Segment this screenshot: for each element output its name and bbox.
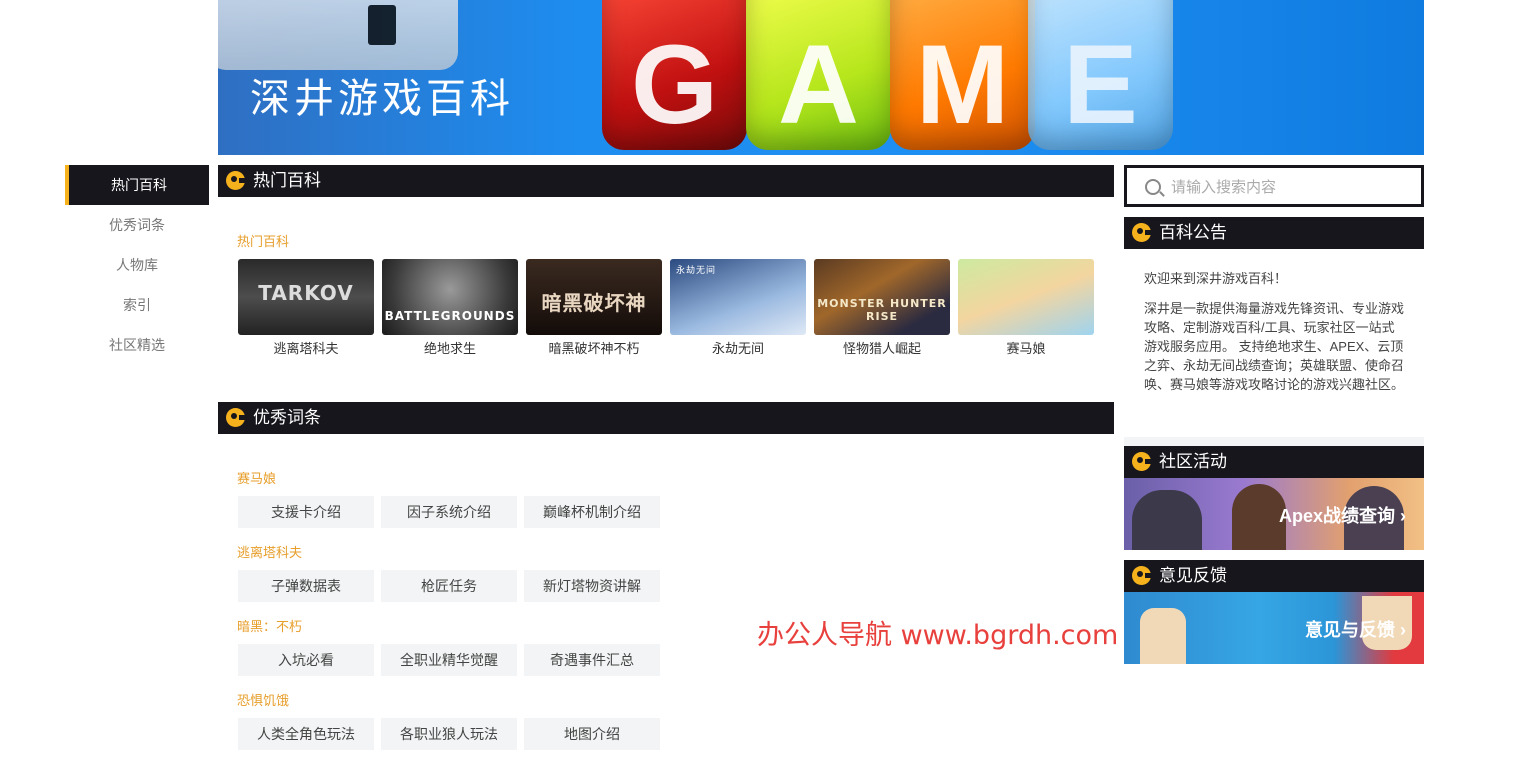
search-icon[interactable] xyxy=(1145,179,1161,195)
entry-tag[interactable]: 因子系统介绍 xyxy=(381,496,517,528)
entries-section-header: 优秀词条 xyxy=(218,402,1114,434)
entries-section-title: 优秀词条 xyxy=(253,408,321,427)
game-thumbnail: BATTLEGROUNDS xyxy=(382,259,518,335)
notice-body: 欢迎来到深井游戏百科！ 深井是一款提供海量游戏先锋资讯、专业游戏攻略、定制游戏百… xyxy=(1124,249,1424,437)
notice-header: 百科公告 xyxy=(1124,217,1424,249)
entry-tag[interactable]: 全职业精华觉醒 xyxy=(381,644,517,676)
cube-a: A xyxy=(746,0,891,150)
game-card-pubg[interactable]: BATTLEGROUNDS 绝地求生 xyxy=(382,259,518,357)
game-name: 暗黑破坏神不朽 xyxy=(548,341,640,356)
game-name: 怪物猎人崛起 xyxy=(842,341,921,356)
cube-e: E xyxy=(1028,0,1173,150)
game-card-tarkov[interactable]: TARKOV 逃离塔科夫 xyxy=(238,259,374,357)
nav-item-entries[interactable]: 优秀词条 xyxy=(65,205,209,245)
feedback-label: 意见与反馈 › xyxy=(1305,620,1406,640)
cube-g: G xyxy=(602,0,747,150)
nav-item-community[interactable]: 社区精选 xyxy=(65,325,209,365)
apex-stats-label: Apex战绩查询 › xyxy=(1278,506,1406,526)
game-card-diablo[interactable]: 暗黑破坏神 暗黑破坏神不朽 xyxy=(526,259,662,357)
character-figure xyxy=(1232,484,1286,550)
entry-tag[interactable]: 新灯塔物资讲解 xyxy=(524,570,660,602)
entry-group-title: 暗黑：不朽 xyxy=(237,619,303,634)
game-card-naraka[interactable]: 永劫无间 永劫无间 xyxy=(670,259,806,357)
game-thumbnail: TARKOV xyxy=(238,259,374,335)
notice-text: 深井是一款提供海量游戏先锋资讯、专业游戏攻略、定制游戏百科/工具、玩家社区一站式… xyxy=(1144,301,1405,392)
game-thumbnail: 暗黑破坏神 xyxy=(526,259,662,335)
search-input[interactable] xyxy=(1169,174,1413,200)
feedback-banner[interactable]: 意见与反馈 › xyxy=(1124,592,1424,664)
entry-group-title: 赛马娘 xyxy=(237,471,277,486)
game-card-monster-hunter[interactable]: MONSTER HUNTER RISE 怪物猎人崛起 xyxy=(814,259,950,357)
notice-welcome: 欢迎来到深井游戏百科！ xyxy=(1144,271,1288,286)
entry-group-title: 恐惧饥饿 xyxy=(237,693,290,708)
game-thumbnail: 永劫无间 xyxy=(670,259,806,335)
entry-tag[interactable]: 奇遇事件汇总 xyxy=(524,644,660,676)
divider xyxy=(1124,437,1424,446)
entry-tag[interactable]: 支援卡介绍 xyxy=(238,496,374,528)
entry-tag[interactable]: 各职业狼人玩法 xyxy=(381,718,517,750)
apex-stats-banner[interactable]: Apex战绩查询 › xyxy=(1124,478,1424,550)
character-figure xyxy=(1132,490,1202,550)
feedback-title: 意见反馈 xyxy=(1159,566,1227,585)
pacman-icon xyxy=(1132,566,1153,585)
dice-decoration xyxy=(218,0,458,70)
game-name: 赛马娘 xyxy=(1006,341,1046,356)
entry-group-title: 逃离塔科夫 xyxy=(237,545,303,560)
nav-item-index[interactable]: 索引 xyxy=(65,285,209,325)
game-card-umamusume[interactable]: 赛马娘 xyxy=(958,259,1094,357)
community-title: 社区活动 xyxy=(1159,452,1227,471)
banner: G A M E 深井游戏百科 xyxy=(218,0,1424,155)
pacman-icon xyxy=(1132,452,1153,471)
hot-section-header: 热门百科 xyxy=(218,165,1114,197)
search-box xyxy=(1124,165,1424,207)
entry-tag[interactable]: 巅峰杯机制介绍 xyxy=(524,496,660,528)
hot-section-title: 热门百科 xyxy=(253,171,321,190)
entry-tag[interactable]: 入坑必看 xyxy=(238,644,374,676)
entry-tag[interactable]: 子弹数据表 xyxy=(238,570,374,602)
game-name: 逃离塔科夫 xyxy=(273,341,339,356)
game-thumbnail: MONSTER HUNTER RISE xyxy=(814,259,950,335)
notice-title: 百科公告 xyxy=(1159,223,1227,242)
entry-tag[interactable]: 地图介绍 xyxy=(524,718,660,750)
nav-item-characters[interactable]: 人物库 xyxy=(65,245,209,285)
feedback-header: 意见反馈 xyxy=(1124,560,1424,592)
cube-m: M xyxy=(890,0,1035,150)
nav-item-hot[interactable]: 热门百科 xyxy=(65,165,209,205)
game-name: 绝地求生 xyxy=(423,341,476,356)
site-title: 深井游戏百科 xyxy=(250,76,514,122)
thumbs-up-icon xyxy=(1140,608,1186,664)
entry-tag[interactable]: 枪匠任务 xyxy=(381,570,517,602)
hot-subtitle: 热门百科 xyxy=(237,234,290,249)
game-name: 永劫无间 xyxy=(711,341,764,356)
left-nav: 热门百科 优秀词条 人物库 索引 社区精选 xyxy=(65,165,209,365)
pacman-icon xyxy=(226,171,247,190)
community-header: 社区活动 xyxy=(1124,446,1424,478)
entry-tag[interactable]: 人类全角色玩法 xyxy=(238,718,374,750)
pacman-icon xyxy=(1132,223,1153,242)
game-thumbnail xyxy=(958,259,1094,335)
pacman-icon xyxy=(226,408,247,427)
watermark: 办公人导航 www.bgrdh.com xyxy=(757,620,1119,651)
